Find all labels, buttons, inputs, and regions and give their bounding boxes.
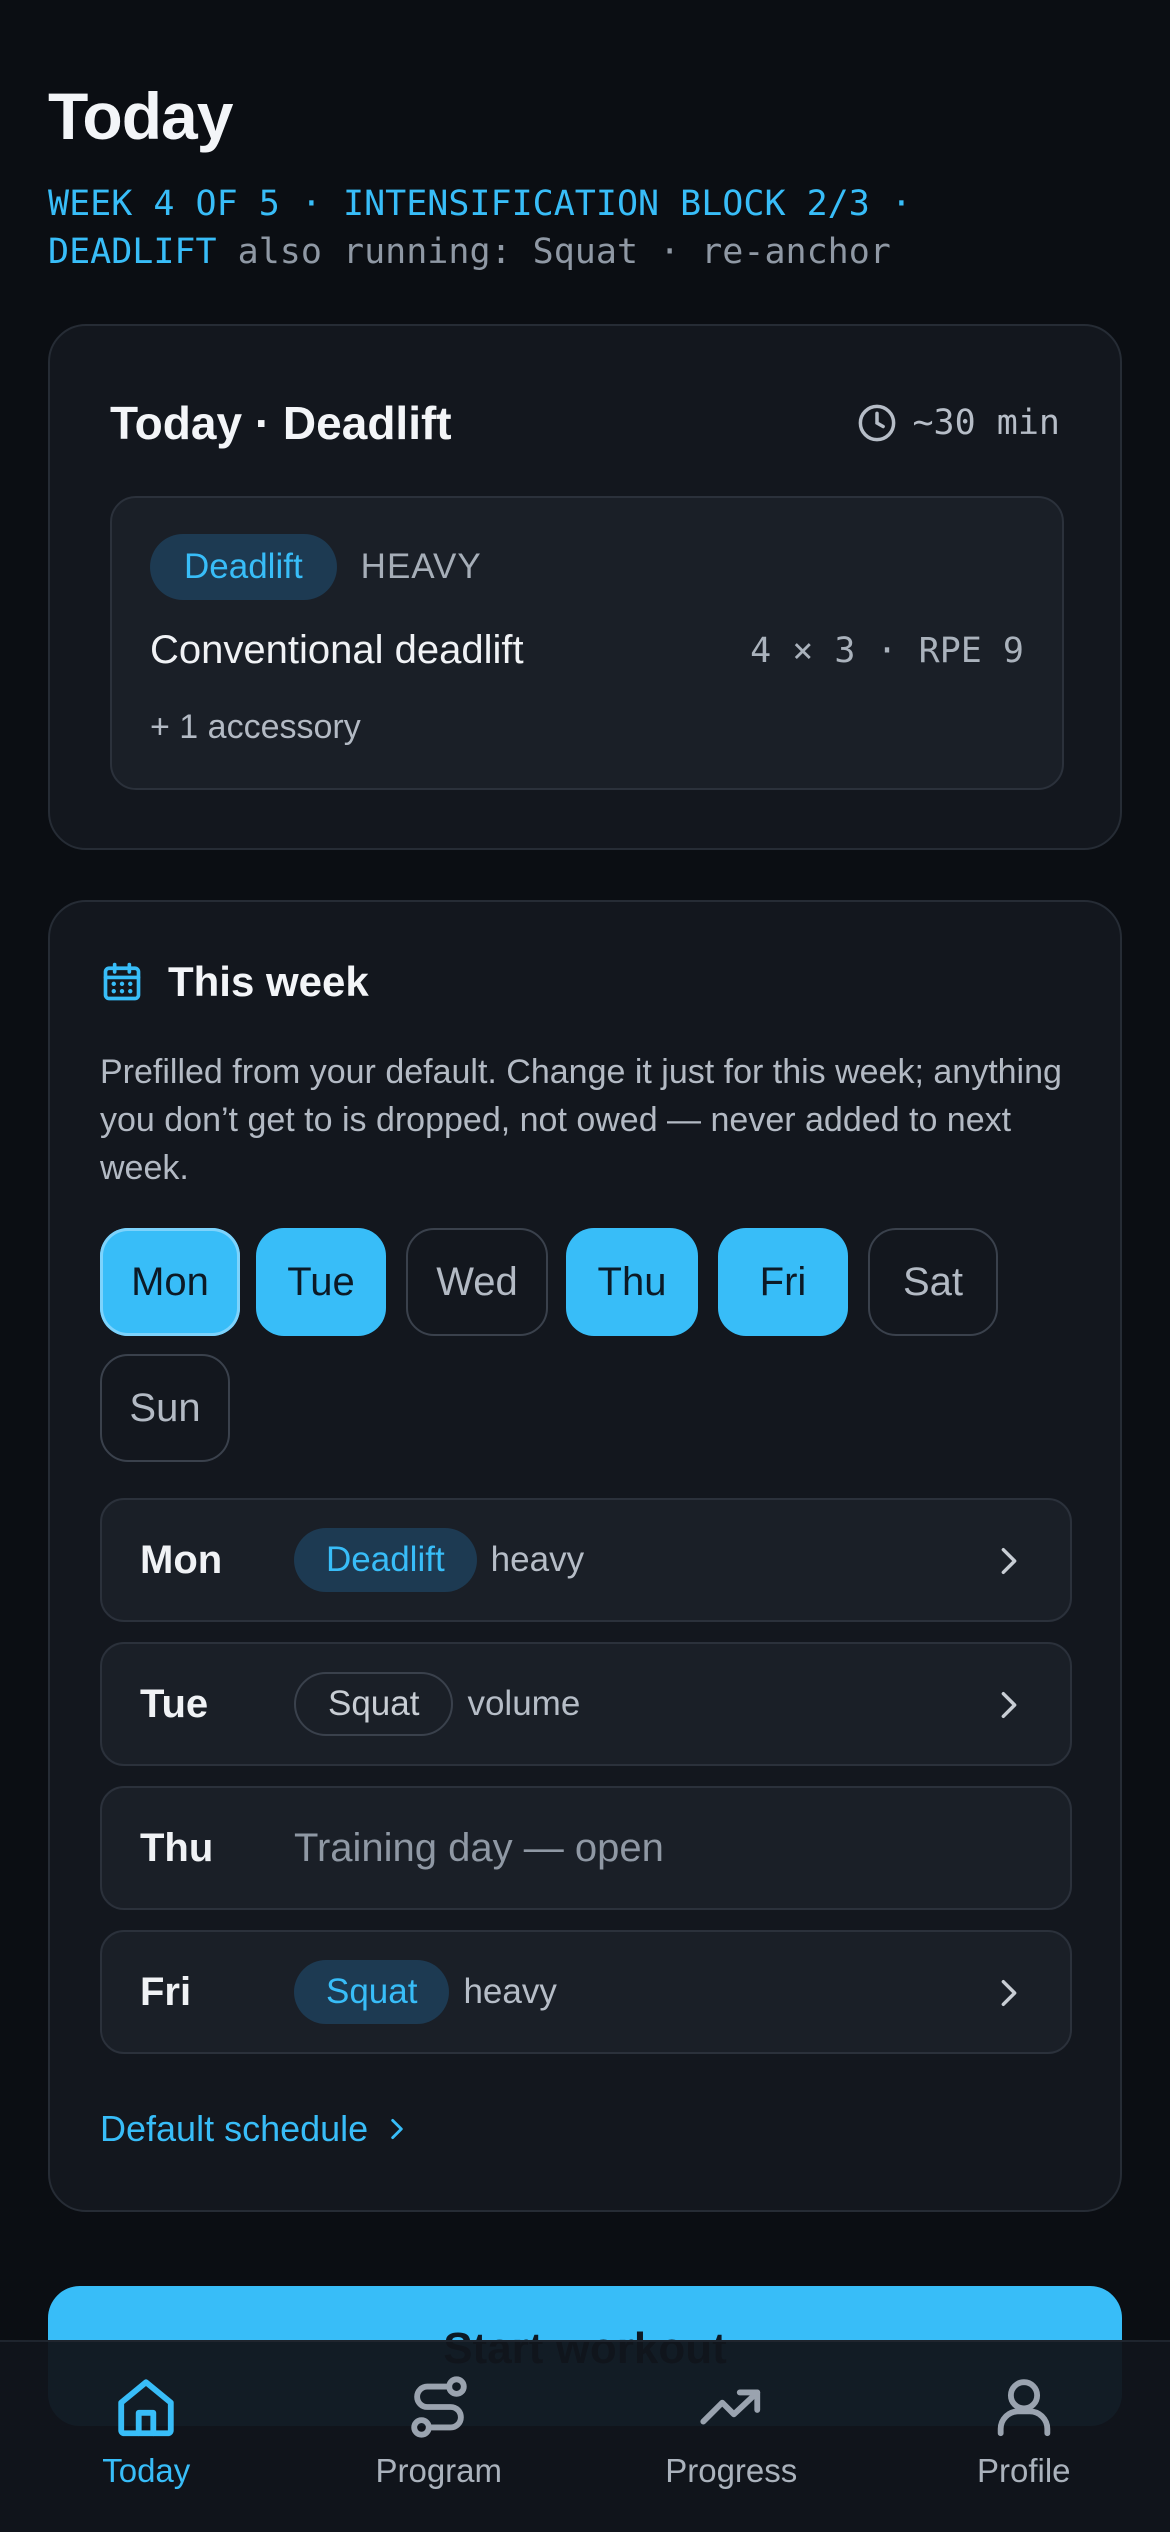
- block-line: WEEK 4 OF 5 · INTENSIFICATION BLOCK 2/3 …: [48, 184, 912, 224]
- lift-tag: Squat: [294, 1672, 454, 1736]
- nav-label: Profile: [976, 2452, 1071, 2489]
- day-chip-sun[interactable]: Sun: [100, 1354, 230, 1462]
- day-chip-mon[interactable]: Mon: [100, 1228, 240, 1336]
- open-training-day: Training day — open: [294, 1825, 664, 1870]
- this-week-title: This week: [168, 958, 369, 1005]
- trending-up-icon: [700, 2389, 761, 2425]
- day-chip-wed[interactable]: Wed: [406, 1228, 548, 1336]
- today-card-title: Today · Deadlift: [110, 397, 452, 449]
- also-running: also running: Squat · re-anchor: [237, 232, 891, 272]
- schedule-day: Thu: [140, 1826, 214, 1870]
- accessory-count: + 1 accessory: [150, 708, 361, 746]
- schedule-day: Tue: [140, 1682, 209, 1726]
- chevron-right-icon: [391, 2118, 403, 2140]
- session-kind: heavy: [463, 1972, 557, 2011]
- schedule-row-tue[interactable]: Tue Squat volume: [100, 1642, 1072, 1766]
- nav-label: Today: [102, 2452, 191, 2489]
- exercise-name: Conventional deadlift: [150, 628, 524, 672]
- schedule-row-thu[interactable]: Thu Training day — open: [100, 1786, 1072, 1910]
- chevron-right-icon: [1001, 1979, 1017, 2007]
- program-icon: [411, 2376, 467, 2438]
- default-schedule-label: Default schedule: [100, 2108, 369, 2149]
- this-week-description: Prefilled from your default. Change it j…: [100, 1053, 1062, 1187]
- schedule-row-fri[interactable]: Fri Squat heavy: [100, 1930, 1072, 2054]
- this-week-card: This week Prefilled from your default. C…: [48, 900, 1122, 2212]
- session-kind: volume: [467, 1684, 581, 1723]
- session-kind: heavy: [490, 1540, 585, 1579]
- chevron-right-icon: [1001, 1691, 1017, 1719]
- home-icon: [118, 2379, 174, 2437]
- current-lift: DEADLIFT: [48, 232, 217, 272]
- nav-label: Progress: [665, 2452, 798, 2489]
- chevron-right-icon: [1001, 1547, 1017, 1575]
- nav-label: Program: [375, 2452, 503, 2489]
- schedule-row-mon[interactable]: Mon Deadlift heavy: [100, 1498, 1072, 1622]
- schedule-day: Fri: [140, 1970, 192, 2014]
- nav-item-profile[interactable]: Profile: [878, 2342, 1170, 2532]
- block-status: WEEK 4 OF 5 · INTENSIFICATION BLOCK 2/3 …: [48, 180, 1128, 276]
- lift-tag: Deadlift: [150, 534, 337, 600]
- clock-icon: [859, 404, 896, 442]
- session-summary[interactable]: Deadlift HEAVY Conventional deadlift 4 ×…: [110, 496, 1064, 790]
- duration-text: ~30 min: [912, 403, 1060, 443]
- page-title: Today: [48, 79, 233, 153]
- exercise-scheme: 4 × 3 · RPE 9: [750, 630, 1024, 671]
- day-chip-thu[interactable]: Thu: [566, 1228, 698, 1336]
- nav-item-today[interactable]: Today: [0, 2342, 293, 2532]
- lift-tag: Squat: [294, 1960, 450, 2024]
- lift-tag: Deadlift: [294, 1528, 477, 1592]
- nav-item-progress[interactable]: Progress: [585, 2342, 878, 2532]
- default-schedule-link[interactable]: Default schedule: [100, 2108, 410, 2150]
- day-chip-tue[interactable]: Tue: [256, 1228, 386, 1336]
- today-card[interactable]: Today · Deadlift ~30 min Deadlift HEAVY …: [48, 324, 1122, 850]
- duration: ~30 min: [856, 402, 1060, 444]
- schedule-day: Mon: [140, 1538, 223, 1582]
- day-chip-sat[interactable]: Sat: [868, 1228, 998, 1336]
- bottom-nav: Today Program Progress Profile: [0, 2340, 1170, 2532]
- intensity-label: HEAVY: [360, 547, 482, 586]
- calendar-icon: [103, 962, 141, 1001]
- user-icon: [997, 2379, 1050, 2437]
- nav-item-program[interactable]: Program: [293, 2342, 586, 2532]
- day-chip-fri[interactable]: Fri: [718, 1228, 848, 1336]
